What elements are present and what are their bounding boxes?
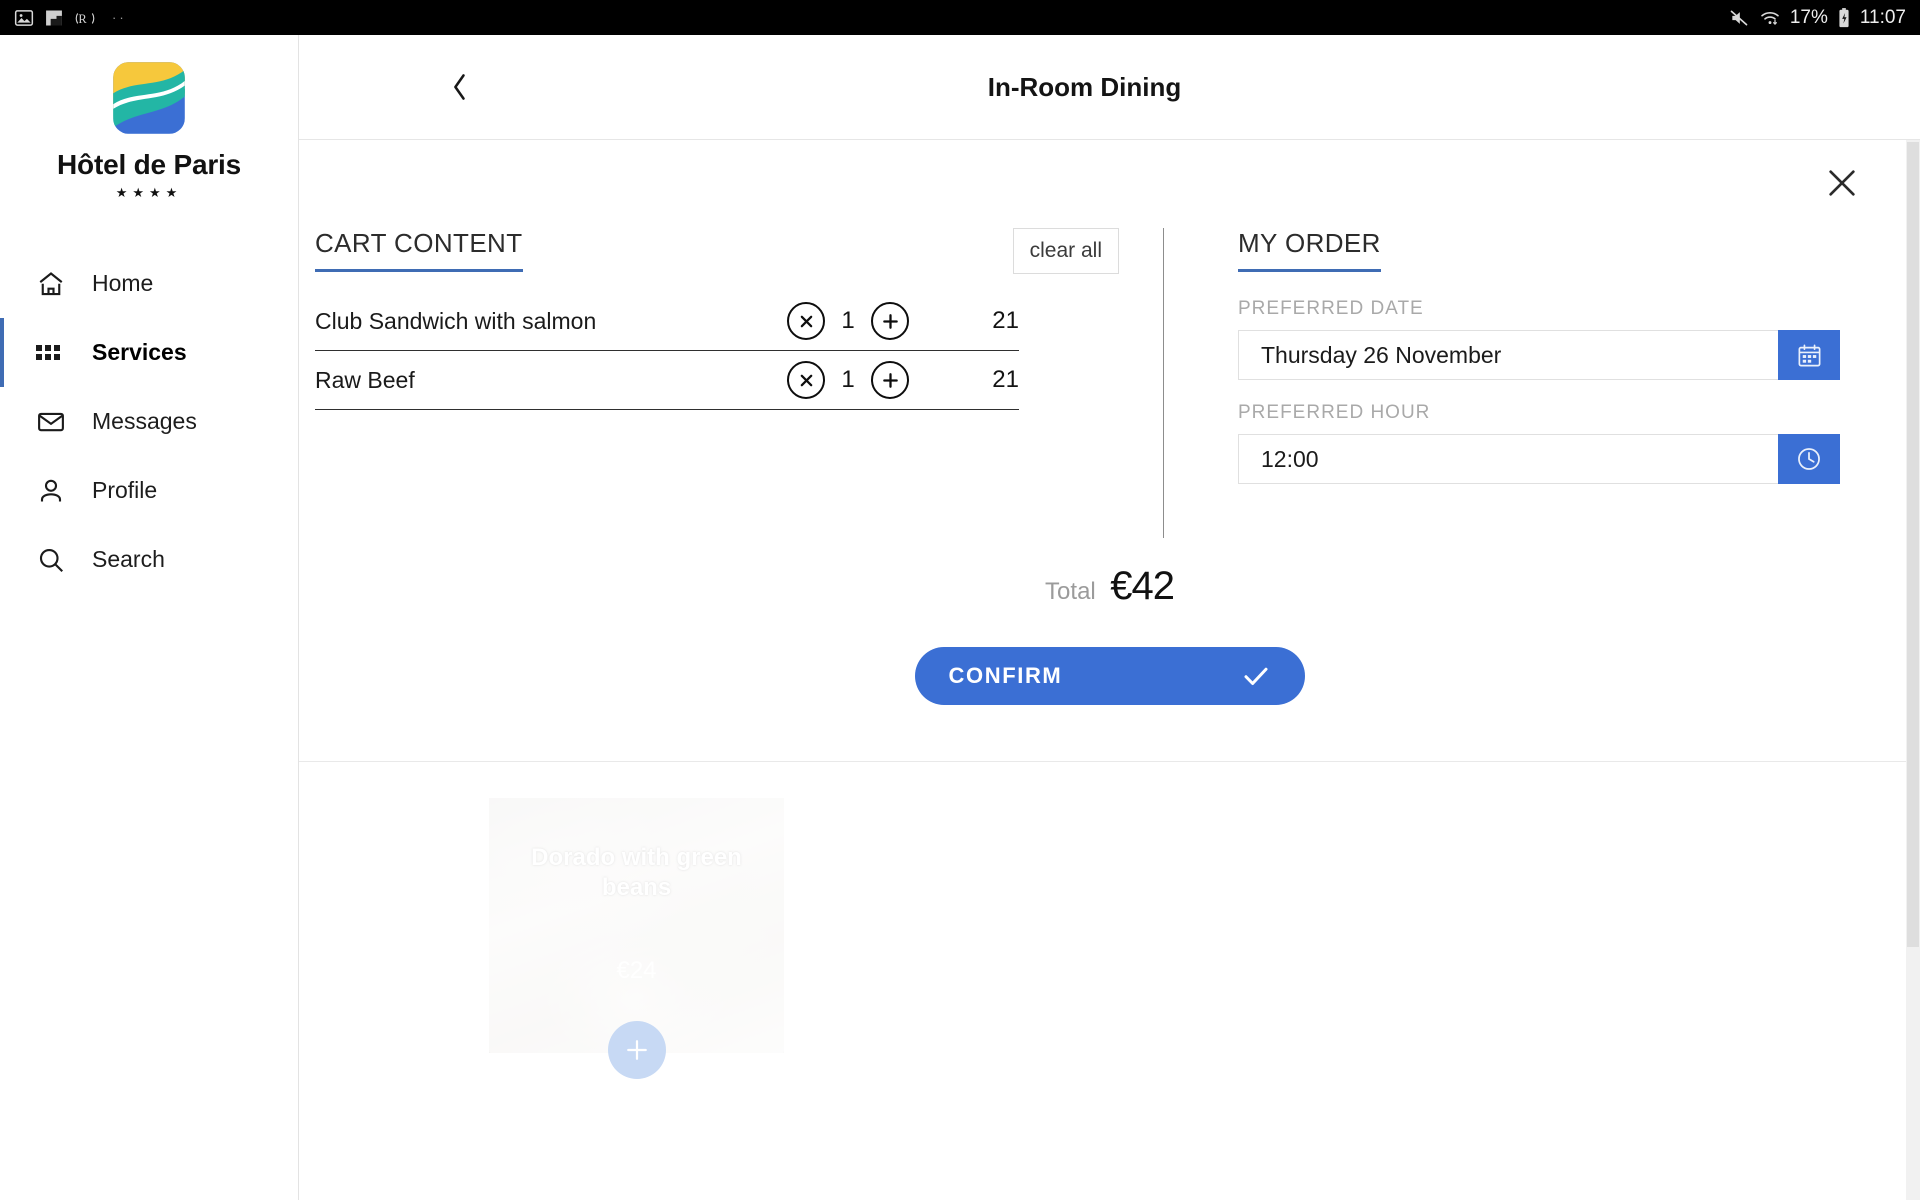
person-icon	[36, 474, 74, 508]
sidebar-item-label: Messages	[92, 408, 197, 434]
grid-icon	[36, 336, 74, 370]
search-icon	[36, 543, 74, 577]
order-panel: MY ORDER PREFERRED DATE Thursday 26 Nove…	[1164, 228, 1920, 538]
clear-all-button[interactable]: clear all	[1012, 228, 1119, 274]
check-icon	[1244, 667, 1267, 685]
mute-icon	[1728, 8, 1750, 28]
add-item-button[interactable]	[871, 361, 909, 399]
clock-icon	[1798, 448, 1820, 470]
cart-title: CART CONTENT	[315, 228, 523, 272]
cart-panel: CART CONTENT clear all Club Sandwich wit…	[299, 228, 1119, 538]
preferred-date-input[interactable]: Thursday 26 November	[1238, 330, 1778, 380]
plus-icon	[626, 1040, 647, 1060]
battery-percent-label: 17%	[1789, 6, 1828, 28]
battery-charging-icon	[1837, 7, 1851, 29]
image-icon	[14, 8, 34, 28]
order-total: Total €42	[299, 564, 1920, 609]
back-button[interactable]	[437, 64, 483, 110]
cart-header: CART CONTENT clear all	[315, 228, 1119, 274]
sidebar-item-label: Profile	[92, 477, 158, 503]
sidebar-nav: Home Services Messages Profile Search	[0, 249, 298, 594]
page-content: CART CONTENT clear all Club Sandwich wit…	[299, 140, 1920, 1200]
status-overflow-dots: ··	[112, 10, 127, 25]
confirm-row: CONFIRM	[299, 647, 1920, 705]
sidebar-item-home[interactable]: Home	[0, 249, 298, 318]
dish-card-body: Dorado with green beans €24	[489, 798, 784, 1053]
cart-item-qty: 1	[841, 307, 855, 334]
wifi-icon	[1759, 8, 1781, 28]
cart-item-name: Club Sandwich with salmon	[315, 307, 597, 334]
confirm-button[interactable]: CONFIRM	[914, 647, 1305, 705]
preferred-date-row: Thursday 26 November	[1238, 330, 1840, 380]
sidebar-active-indicator	[0, 318, 4, 387]
sidebar-item-search[interactable]: Search	[0, 525, 298, 594]
confirm-button-label: CONFIRM	[948, 663, 1063, 688]
hotel-logo-mark	[113, 62, 185, 134]
sidebar-item-messages[interactable]: Messages	[0, 387, 298, 456]
time-picker-button[interactable]	[1778, 434, 1840, 484]
preferred-hour-label: PREFERRED HOUR	[1238, 402, 1431, 423]
remove-item-button[interactable]	[787, 361, 825, 399]
sidebar-item-label: Services	[92, 339, 187, 365]
gallery-icon	[44, 8, 64, 28]
total-value: €42	[1110, 564, 1175, 608]
cart-row: Club Sandwich with salmon 1 21	[315, 292, 1019, 351]
sidebar-item-profile[interactable]: Profile	[0, 456, 298, 525]
chevron-left-icon	[454, 74, 465, 100]
order-title: MY ORDER	[1238, 228, 1381, 272]
hotel-stars: ★★★★	[115, 185, 183, 200]
status-bar: R ·· 17% 11:07	[0, 0, 1920, 35]
add-dish-button[interactable]	[607, 1021, 666, 1079]
page-header: In-Room Dining	[299, 35, 1920, 140]
remove-item-button[interactable]	[787, 302, 825, 340]
status-bar-left-icons: R ··	[14, 8, 127, 28]
preferred-date-group: PREFERRED DATE Thursday 26 November	[1238, 298, 1840, 380]
order-header: MY ORDER	[1238, 228, 1840, 272]
add-item-button[interactable]	[871, 302, 909, 340]
dish-price: €24	[616, 957, 657, 984]
order-panels: CART CONTENT clear all Club Sandwich wit…	[299, 140, 1920, 538]
main-area: In-Room Dining CART CONTENT clear all Cl…	[299, 35, 1920, 1200]
recorder-icon: R	[74, 8, 96, 28]
sidebar-item-services[interactable]: Services	[0, 318, 298, 387]
circle-x-icon	[800, 315, 812, 327]
circle-plus-icon	[882, 313, 898, 329]
dish-card[interactable]: Dorado with green beans €24	[489, 798, 784, 1079]
cart-item-list: Club Sandwich with salmon 1 21 Raw Beef …	[315, 292, 1019, 410]
home-icon	[36, 267, 74, 301]
cart-row: Raw Beef 1 21	[315, 351, 1019, 410]
calendar-icon	[1798, 344, 1820, 366]
page-title: In-Room Dining	[987, 71, 1182, 102]
cart-item-name: Raw Beef	[315, 366, 415, 393]
quantity-stepper: 1	[787, 302, 909, 340]
clock-label: 11:07	[1859, 6, 1906, 28]
quantity-stepper: 1	[787, 361, 909, 399]
hotel-name: Hôtel de Paris	[57, 149, 241, 180]
dish-title: Dorado with green beans	[531, 844, 742, 901]
date-picker-button[interactable]	[1778, 330, 1840, 380]
status-bar-right: 17% 11:07	[1728, 7, 1906, 29]
circle-x-icon	[800, 374, 812, 386]
sidebar-item-label: Home	[92, 270, 154, 296]
app-root: Hôtel de Paris ★★★★ Home Services Messag…	[0, 35, 1920, 1200]
scrollbar-thumb[interactable]	[1907, 142, 1919, 947]
svg-text:R: R	[78, 12, 87, 26]
cart-item-qty: 1	[841, 366, 855, 393]
circle-plus-icon	[882, 372, 898, 388]
preferred-hour-group: PREFERRED HOUR 12:00	[1238, 402, 1840, 484]
sidebar-item-label: Search	[92, 546, 165, 572]
sidebar: Hôtel de Paris ★★★★ Home Services Messag…	[0, 35, 299, 1200]
cart-item-price: 21	[992, 366, 1019, 393]
preferred-hour-row: 12:00	[1238, 434, 1840, 484]
suggestions-area: Dorado with green beans €24	[299, 762, 1920, 1079]
preferred-hour-input[interactable]: 12:00	[1238, 434, 1778, 484]
scrollbar-track[interactable]	[1906, 140, 1920, 1200]
total-label: Total	[1045, 578, 1096, 605]
envelope-icon	[36, 405, 74, 439]
cart-item-price: 21	[992, 307, 1019, 334]
preferred-date-label: PREFERRED DATE	[1238, 298, 1424, 319]
hotel-logo: Hôtel de Paris ★★★★	[0, 35, 298, 201]
